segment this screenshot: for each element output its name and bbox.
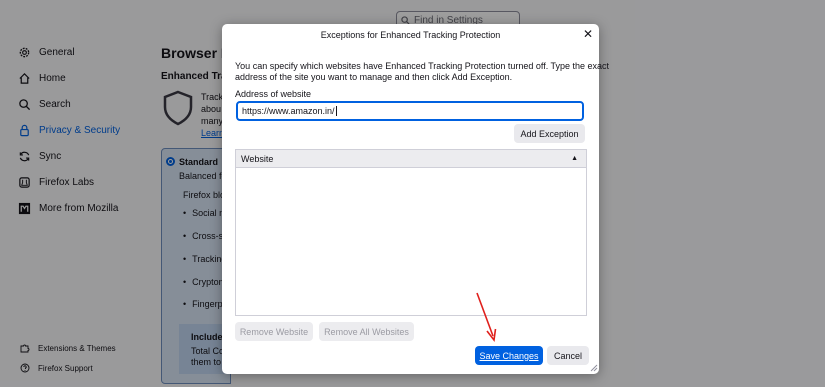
save-changes-button[interactable]: Save Changes: [475, 346, 543, 365]
close-icon[interactable]: ✕: [581, 27, 595, 41]
exceptions-dialog: Exceptions for Enhanced Tracking Protect…: [222, 24, 610, 374]
add-exception-button[interactable]: Add Exception: [514, 124, 585, 143]
save-changes-label: Save Changes: [479, 350, 539, 361]
resize-grip-icon[interactable]: [590, 364, 598, 372]
annotation-arrow-icon: [476, 292, 497, 342]
website-list[interactable]: Website ▲: [235, 149, 587, 316]
sort-ascending-icon: ▲: [571, 155, 578, 162]
dialog-title: Exceptions for Enhanced Tracking Protect…: [320, 30, 501, 40]
address-value: https://www.amazon.in/: [242, 106, 335, 116]
address-label: Address of website: [235, 89, 312, 99]
dialog-description: You can specify which websites have Enha…: [235, 61, 610, 82]
remove-all-websites-button[interactable]: Remove All Websites: [319, 322, 414, 341]
address-input[interactable]: https://www.amazon.in/: [236, 101, 584, 121]
text-caret: [335, 106, 337, 116]
cancel-button[interactable]: Cancel: [547, 346, 589, 365]
column-header-label: Website: [241, 153, 274, 164]
website-column-header[interactable]: Website ▲: [236, 150, 586, 168]
remove-website-button[interactable]: Remove Website: [235, 322, 313, 341]
